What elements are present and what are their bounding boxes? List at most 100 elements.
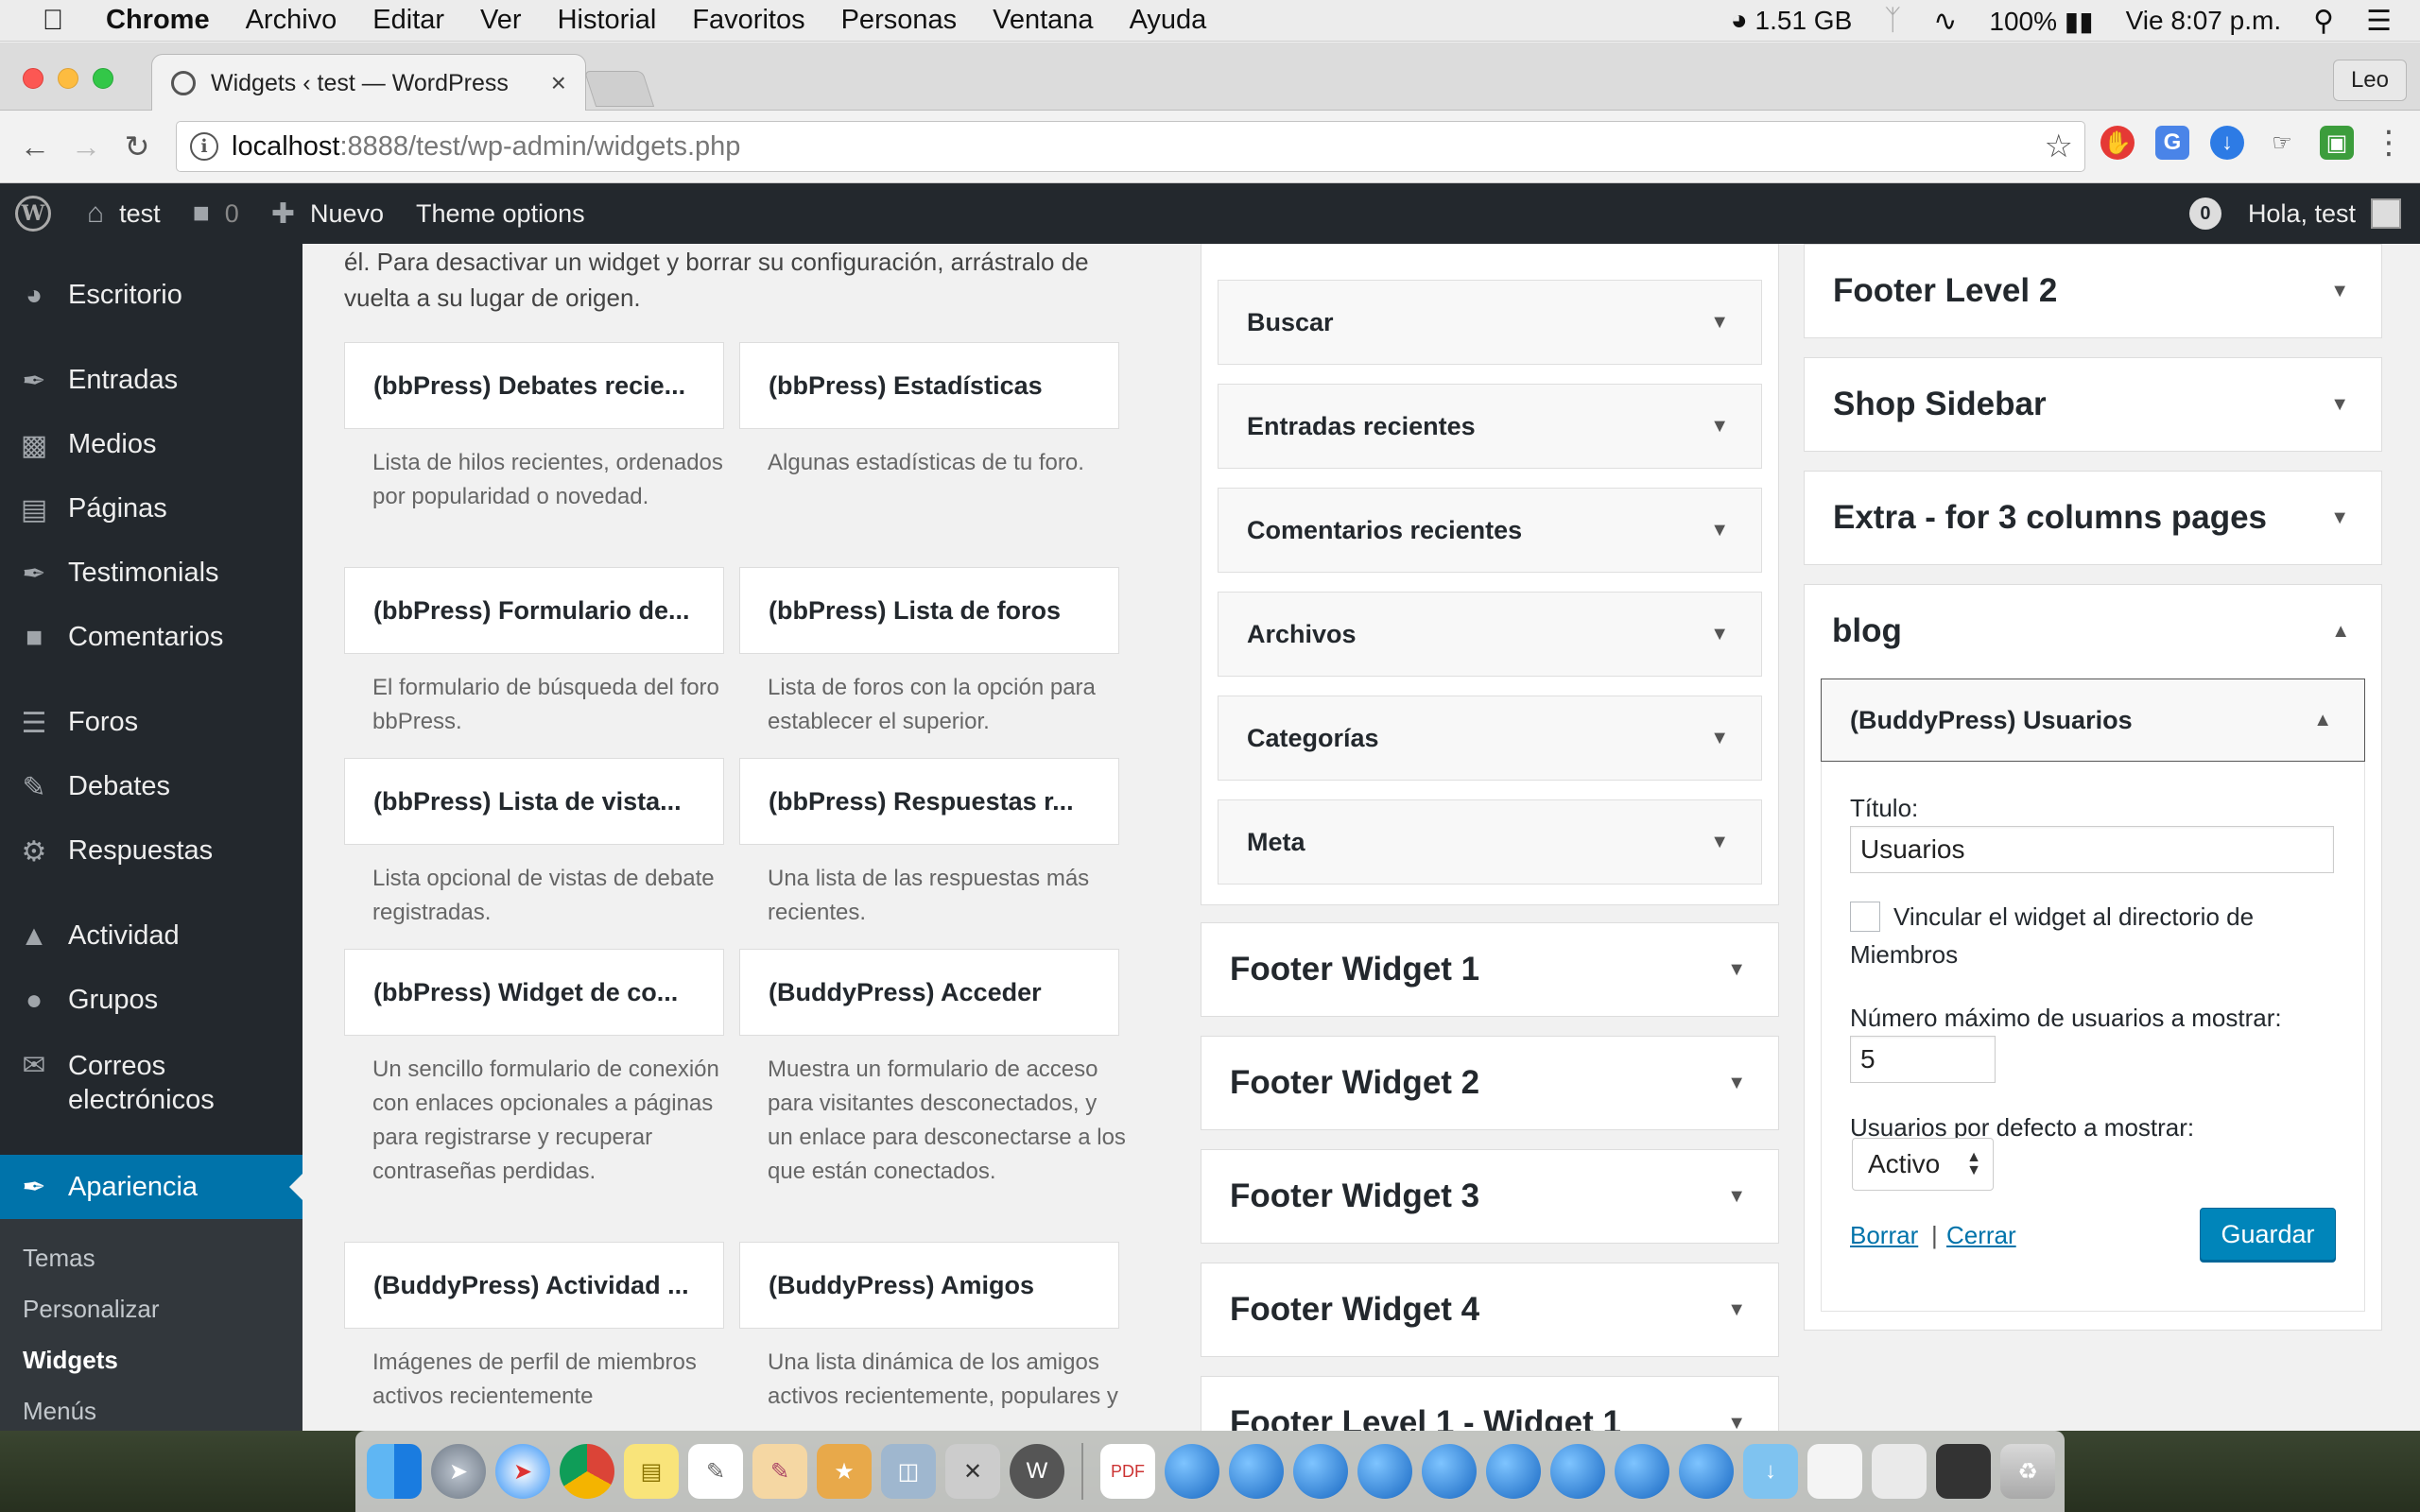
menu-testimonials[interactable]: ✒ Testimonials xyxy=(0,558,302,591)
sidebar-extra-3-columns[interactable]: Extra - for 3 columns pages ▼ xyxy=(1804,471,2382,565)
downloads-folder-icon[interactable]: ↓ xyxy=(1743,1444,1798,1499)
submenu-temas[interactable]: Temas xyxy=(23,1244,95,1273)
collapse-arrow-icon[interactable]: ▲ xyxy=(2313,710,2332,731)
globe-icon[interactable] xyxy=(1357,1444,1412,1499)
script-editor-icon[interactable]: ✎ xyxy=(752,1444,807,1499)
globe-icon[interactable] xyxy=(1293,1444,1348,1499)
trash-icon[interactable]: ♻ xyxy=(2000,1444,2055,1499)
clock[interactable]: Vie 8:07 p.m. xyxy=(2126,6,2281,36)
menu-app-name[interactable]: Chrome xyxy=(106,5,210,36)
sidebar-widget-archivos[interactable]: Archivos ▼ xyxy=(1218,592,1762,677)
sidebar-widget-categorias[interactable]: Categorías ▼ xyxy=(1218,696,1762,781)
menu-grupos[interactable]: ● Grupos xyxy=(0,985,302,1017)
menu-editar[interactable]: Editar xyxy=(372,5,444,36)
spotlight-search-icon[interactable]: ⚲ xyxy=(2313,5,2334,38)
menu-respuestas[interactable]: ⚙ Respuestas xyxy=(0,835,302,868)
close-widget-link[interactable]: Cerrar xyxy=(1946,1221,2016,1250)
sidebar-shop[interactable]: Shop Sidebar ▼ xyxy=(1804,357,2382,452)
available-widget-bbp-search[interactable]: (bbPress) Formulario de... xyxy=(344,567,724,654)
chrome-icon[interactable] xyxy=(560,1444,614,1499)
notes-icon[interactable]: ▤ xyxy=(624,1444,679,1499)
comments-link[interactable]: ■ 0 xyxy=(193,198,239,230)
theme-options-link[interactable]: Theme options xyxy=(416,199,585,229)
sidebar-widget-buscar[interactable]: Buscar ▼ xyxy=(1218,280,1762,365)
download-extension-icon[interactable]: ↓ xyxy=(2210,126,2244,160)
menu-actividad[interactable]: ▲ Actividad xyxy=(0,920,302,953)
launchpad-icon[interactable]: ➤ xyxy=(431,1444,486,1499)
translate-extension-icon[interactable]: G xyxy=(2155,126,2189,160)
available-widget-bp-login[interactable]: (BuddyPress) Acceder xyxy=(739,949,1119,1036)
submenu-menus[interactable]: Menús xyxy=(23,1397,96,1426)
minimize-window-button[interactable] xyxy=(58,68,78,89)
expand-arrow-icon[interactable]: ▼ xyxy=(1710,832,1729,853)
globe-icon[interactable] xyxy=(1422,1444,1477,1499)
preview-icon[interactable]: ◫ xyxy=(881,1444,936,1499)
expand-arrow-icon[interactable]: ▼ xyxy=(1710,416,1729,438)
collapse-arrow-icon[interactable]: ▲ xyxy=(2331,621,2350,643)
menu-archivo[interactable]: Archivo xyxy=(246,5,337,36)
menu-apariencia[interactable]: ✒ Apariencia xyxy=(0,1155,302,1219)
wifi-icon[interactable]: ∿ xyxy=(1933,5,1957,38)
textedit-icon[interactable]: ✎ xyxy=(688,1444,743,1499)
sidebar-widget-comentarios-recientes[interactable]: Comentarios recientes ▼ xyxy=(1218,488,1762,573)
site-name-link[interactable]: ⌂ test xyxy=(87,198,161,230)
expand-arrow-icon[interactable]: ▼ xyxy=(1727,1299,1746,1321)
new-tab-button[interactable] xyxy=(583,71,655,107)
expand-arrow-icon[interactable]: ▼ xyxy=(1727,1413,1746,1432)
tab-widgets[interactable]: Widgets ‹ test — WordPress × xyxy=(151,54,586,112)
available-widget-bbp-replies[interactable]: (bbPress) Respuestas r... xyxy=(739,758,1119,845)
chrome-menu-icon[interactable]: ⋮ xyxy=(2373,124,2405,162)
sidebar-footer-level-1-widget-1[interactable]: Footer Level 1 - Widget 1 ▼ xyxy=(1201,1376,1779,1431)
back-icon[interactable]: ← xyxy=(19,129,51,164)
menu-debates[interactable]: ✎ Debates xyxy=(0,771,302,804)
expand-arrow-icon[interactable]: ▼ xyxy=(1710,312,1729,334)
globe-icon[interactable] xyxy=(1229,1444,1284,1499)
screen-thumbnail-icon[interactable] xyxy=(1936,1444,1991,1499)
globe-icon[interactable] xyxy=(1165,1444,1219,1499)
available-widget-bbp-login[interactable]: (bbPress) Widget de co... xyxy=(344,949,724,1036)
expand-arrow-icon[interactable]: ▼ xyxy=(1727,1186,1746,1208)
available-widget-bp-activity[interactable]: (BuddyPress) Actividad ... xyxy=(344,1242,724,1329)
delete-widget-link[interactable]: Borrar xyxy=(1850,1221,1918,1250)
menu-ver[interactable]: Ver xyxy=(480,5,522,36)
menu-personas[interactable]: Personas xyxy=(841,5,958,36)
globe-icon[interactable] xyxy=(1679,1444,1734,1499)
pdf-document-icon[interactable]: PDF xyxy=(1100,1444,1155,1499)
max-users-input[interactable]: 5 xyxy=(1850,1036,1996,1083)
document-thumbnail-icon[interactable] xyxy=(1807,1444,1862,1499)
sidebar-footer-level-2[interactable]: Footer Level 2 ▼ xyxy=(1804,244,2382,338)
menu-paginas[interactable]: ▤ Páginas xyxy=(0,493,302,526)
available-widget-bp-friends[interactable]: (BuddyPress) Amigos xyxy=(739,1242,1119,1329)
globe-icon[interactable] xyxy=(1550,1444,1605,1499)
forward-icon[interactable]: → xyxy=(70,129,102,164)
evernote-extension-icon[interactable]: ▣ xyxy=(2320,126,2354,160)
menu-ayuda[interactable]: Ayuda xyxy=(1130,5,1207,36)
close-tab-icon[interactable]: × xyxy=(551,68,566,98)
menu-medios[interactable]: ▩ Medios xyxy=(0,429,302,462)
menu-historial[interactable]: Historial xyxy=(558,5,657,36)
menu-correos[interactable]: ✉ Correos electrónicos xyxy=(0,1049,302,1117)
account-greeting[interactable]: Hola, test xyxy=(2248,199,2356,229)
open-widget-header[interactable]: (BuddyPress) Usuarios ▲ xyxy=(1821,679,2365,762)
avatar[interactable] xyxy=(2371,198,2401,229)
memory-status[interactable]: ◕ 1.51 GB xyxy=(1731,5,1853,37)
sidebar-footer-widget-4[interactable]: Footer Widget 4 ▼ xyxy=(1201,1263,1779,1357)
wordpress-logo-icon[interactable]: W xyxy=(15,196,51,232)
expand-arrow-icon[interactable]: ▼ xyxy=(1710,624,1729,645)
globe-icon[interactable] xyxy=(1486,1444,1541,1499)
safari-icon[interactable]: ➤ xyxy=(495,1444,550,1499)
menu-entradas[interactable]: ✒ Entradas xyxy=(0,365,302,398)
address-bar[interactable]: i localhost:8888/test/wp-admin/widgets.p… xyxy=(176,121,2085,172)
reload-icon[interactable]: ↻ xyxy=(121,129,153,164)
window-thumbnail-icon[interactable] xyxy=(1872,1444,1927,1499)
zoom-window-button[interactable] xyxy=(93,68,113,89)
sidebar-footer-widget-1[interactable]: Footer Widget 1 ▼ xyxy=(1201,922,1779,1017)
expand-arrow-icon[interactable]: ▼ xyxy=(1727,959,1746,981)
expand-arrow-icon[interactable]: ▼ xyxy=(1727,1073,1746,1094)
expand-arrow-icon[interactable]: ▼ xyxy=(1710,728,1729,749)
submenu-widgets[interactable]: Widgets xyxy=(23,1346,118,1375)
tools-icon[interactable]: ✕ xyxy=(945,1444,1000,1499)
globe-icon[interactable] xyxy=(1615,1444,1669,1499)
expand-arrow-icon[interactable]: ▼ xyxy=(2330,507,2349,529)
battery-status[interactable]: 100% ▮▮ xyxy=(1989,6,2093,37)
